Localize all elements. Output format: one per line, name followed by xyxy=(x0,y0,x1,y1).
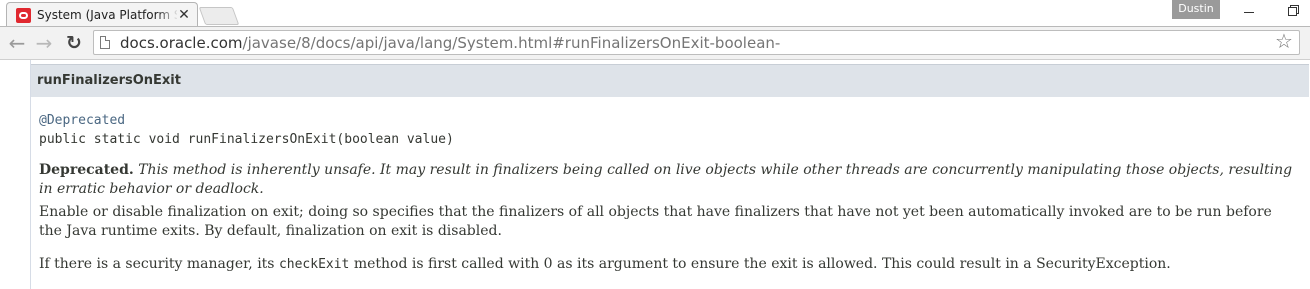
deprecated-label: Deprecated. xyxy=(39,162,134,178)
url-path: /javase/8/docs/api/java/lang/System.html… xyxy=(242,34,781,52)
security-prefix: If there is a security manager, its xyxy=(39,256,279,272)
browser-toolbar: ← → ↻ docs.oracle.com/javase/8/docs/api/… xyxy=(0,27,1310,60)
restore-button[interactable] xyxy=(1280,0,1306,22)
url-host: docs.oracle.com xyxy=(120,34,243,52)
security-note: If there is a security manager, its chec… xyxy=(39,255,1299,274)
reload-icon[interactable]: ↻ xyxy=(63,32,85,54)
signature-text: public static void runFinalizersOnExit(b… xyxy=(39,132,454,147)
method-description: Enable or disable finalization on exit; … xyxy=(39,204,1272,239)
tab-title-fade xyxy=(157,6,179,24)
deprecated-annotation: @Deprecated xyxy=(39,113,126,128)
profile-button[interactable]: Dustin xyxy=(1172,0,1220,19)
tab-strip: System (Java Platform SE 8 ✕ Dustin xyxy=(0,0,1310,27)
bookmark-star-icon[interactable]: ☆ xyxy=(1273,30,1295,52)
deprecated-message: This method is inherently unsafe. It may… xyxy=(39,162,1293,197)
back-arrow-icon[interactable]: ← xyxy=(6,32,28,54)
security-suffix: method is first called with 0 as its arg… xyxy=(349,256,1171,272)
forward-arrow-icon[interactable]: → xyxy=(33,32,55,54)
page-icon xyxy=(100,36,110,49)
tab-system-java[interactable]: System (Java Platform SE 8 ✕ xyxy=(6,2,198,26)
new-tab-button[interactable] xyxy=(198,7,240,25)
checkexit-code: checkExit xyxy=(278,257,350,272)
deprecation-note: Deprecated. This method is inherently un… xyxy=(39,161,1299,199)
oracle-favicon-icon xyxy=(16,8,31,23)
tab-close-icon[interactable]: ✕ xyxy=(177,7,191,21)
url-text[interactable]: docs.oracle.com/javase/8/docs/api/java/l… xyxy=(120,34,780,52)
address-bar[interactable]: docs.oracle.com/javase/8/docs/api/java/l… xyxy=(93,30,1300,55)
tab-title: System (Java Platform SE 8 xyxy=(37,8,177,22)
method-detail-header: runFinalizersOnExit xyxy=(31,64,1309,97)
method-heading: runFinalizersOnExit xyxy=(37,73,181,88)
page-content: runFinalizersOnExit @Deprecated public s… xyxy=(0,60,1310,289)
left-gutter xyxy=(22,60,31,289)
minimize-button[interactable] xyxy=(1236,0,1262,22)
method-signature: @Deprecated public static void runFinali… xyxy=(39,111,454,149)
